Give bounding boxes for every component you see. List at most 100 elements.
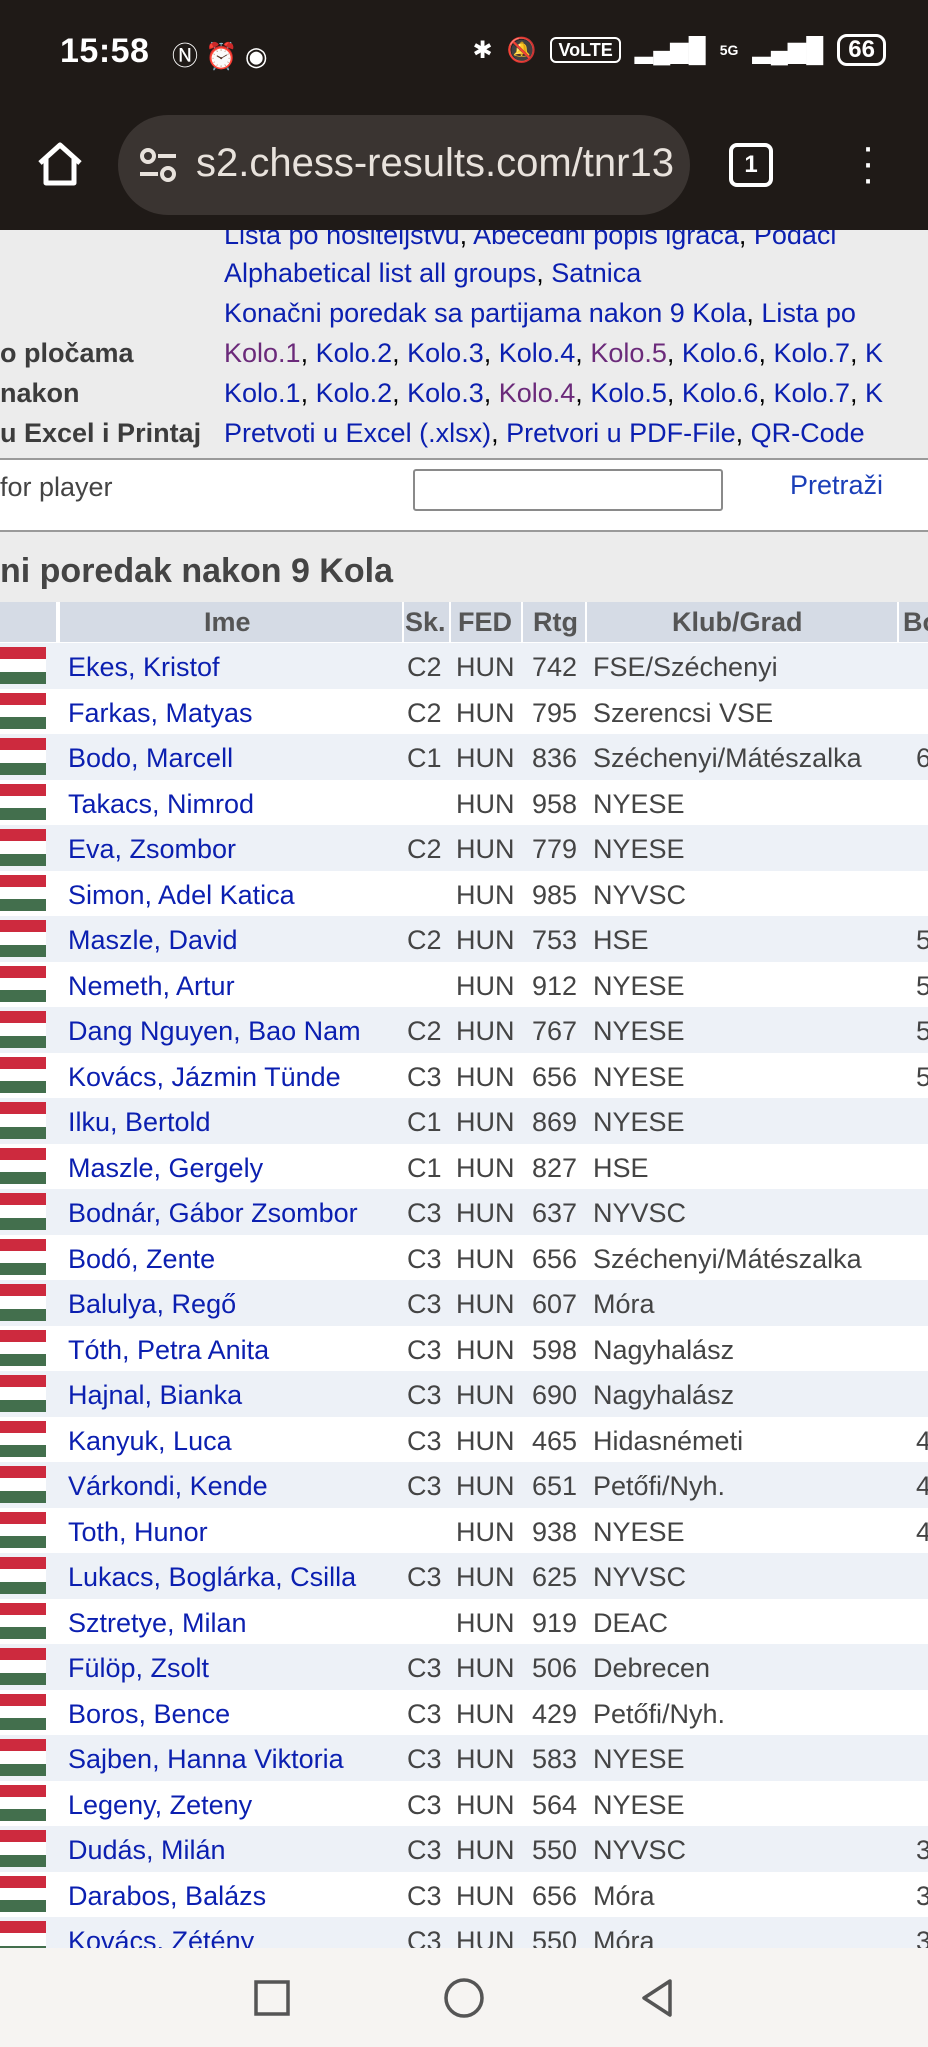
- home-nav-icon[interactable]: [442, 1976, 486, 2020]
- player-federation: HUN: [456, 1425, 515, 1456]
- player-name-link[interactable]: Hajnal, Bianka: [68, 1380, 242, 1411]
- player-name-link[interactable]: Dudás, Milán: [68, 1835, 226, 1866]
- player-rating: 637: [532, 1198, 578, 1228]
- home-icon[interactable]: [32, 135, 88, 191]
- player-name-link[interactable]: Eva, Zsombor: [68, 834, 236, 865]
- col-header-sk[interactable]: Sk.: [405, 607, 446, 638]
- player-name-link[interactable]: Maszle, Gergely: [68, 1153, 263, 1184]
- player-name-link[interactable]: Lukacs, Boglárka, Csilla: [68, 1562, 356, 1593]
- player-name-link[interactable]: Dang Nguyen, Bao Nam: [68, 1016, 361, 1047]
- volte-badge: VoLTE: [550, 37, 621, 63]
- search-button[interactable]: Pretraži: [790, 470, 883, 501]
- link-standings-round-8[interactable]: K: [865, 378, 883, 408]
- link-standings-round-1[interactable]: Kolo.1: [224, 378, 301, 408]
- link-pairing-round-8[interactable]: K: [865, 338, 883, 368]
- player-name-link[interactable]: Fülöp, Zsolt: [68, 1653, 209, 1684]
- battery-indicator: 66: [837, 34, 886, 66]
- link-export-excel[interactable]: Pretvoti u Excel (.xlsx): [224, 418, 491, 448]
- col-header-extra[interactable]: Bo: [903, 607, 928, 638]
- nav-links-2: Alphabetical list all groups, Satnica: [224, 258, 642, 288]
- link-standings-round-5[interactable]: Kolo.5: [590, 378, 667, 408]
- player-name-link[interactable]: Ekes, Kristof: [68, 652, 220, 683]
- link-standings-round-6[interactable]: Kolo.6: [682, 378, 759, 408]
- player-name-link[interactable]: Legeny, Zeteny: [68, 1790, 252, 1821]
- address-bar[interactable]: s2.chess-results.com/tnr13: [118, 115, 690, 215]
- link-pairing-round-5[interactable]: Kolo.5: [590, 338, 667, 368]
- hungary-flag-icon: [0, 1466, 46, 1503]
- android-nav-bar: [0, 1948, 928, 2047]
- player-rating: 767: [532, 1016, 578, 1046]
- link-standings-round-4[interactable]: Kolo.4: [499, 378, 576, 408]
- player-extra: 3: [916, 1880, 928, 1911]
- player-extra: 5: [916, 925, 928, 955]
- signal-icon-2: ▂▄▆█: [752, 36, 824, 64]
- player-name-link[interactable]: Nemeth, Artur: [68, 971, 235, 1002]
- player-name-link[interactable]: Maszle, David: [68, 925, 238, 956]
- player-category: C3: [407, 1789, 442, 1820]
- link-standings-round-2[interactable]: Kolo.2: [316, 378, 393, 408]
- player-category: C3: [407, 1243, 442, 1274]
- player-name-link[interactable]: Farkas, Matyas: [68, 698, 253, 729]
- hungary-flag-icon: [0, 1511, 46, 1549]
- player-name-link[interactable]: Darabos, Balázs: [68, 1881, 266, 1912]
- player-name-link[interactable]: Várkondi, Kende: [68, 1471, 268, 1502]
- player-club: NYVSC: [593, 879, 687, 910]
- hungary-flag-icon: [0, 1420, 46, 1458]
- player-name-link[interactable]: Kovács, Jázmin Tünde: [68, 1062, 341, 1093]
- link-pairing-round-2[interactable]: Kolo.2: [316, 338, 393, 368]
- url-text[interactable]: s2.chess-results.com/tnr13: [196, 141, 674, 186]
- player-name-link[interactable]: Sajben, Hanna Viktoria: [68, 1744, 344, 1775]
- player-name-link[interactable]: Ilku, Bertold: [68, 1107, 211, 1138]
- player-club: HSE: [593, 925, 649, 955]
- table-row: Nemeth, Artur HUN 912 NYESE 5: [0, 961, 928, 1007]
- link-qr-code[interactable]: QR-Code: [751, 418, 865, 448]
- player-name-link[interactable]: Kanyuk, Luca: [68, 1426, 232, 1457]
- col-header-club[interactable]: Klub/Grad: [672, 607, 803, 638]
- player-name-link[interactable]: Takacs, Nimrod: [68, 789, 254, 820]
- col-header-rtg[interactable]: Rtg: [533, 607, 578, 638]
- hungary-flag-icon: [0, 1147, 46, 1185]
- site-settings-icon[interactable]: [136, 143, 180, 187]
- link-pairing-round-1[interactable]: Kolo.1: [224, 338, 301, 368]
- hungary-flag-icon: [0, 1830, 46, 1867]
- col-header-fed[interactable]: FED: [458, 607, 512, 638]
- link-pairing-round-7[interactable]: Kolo.7: [773, 338, 850, 368]
- link-pairing-round-4[interactable]: Kolo.4: [499, 338, 576, 368]
- player-rating: 958: [532, 788, 578, 819]
- link-data[interactable]: Podaci: [754, 230, 837, 250]
- player-name-link[interactable]: Toth, Hunor: [68, 1517, 208, 1548]
- player-name-link[interactable]: Bodnár, Gábor Zsombor: [68, 1198, 358, 1229]
- link-alphabetical-list[interactable]: Abecedni popis igrača: [473, 230, 739, 250]
- player-name-link[interactable]: Tóth, Petra Anita: [68, 1335, 269, 1366]
- recents-icon[interactable]: [250, 1976, 294, 2020]
- col-header-name[interactable]: Ime: [204, 607, 251, 638]
- player-name-link[interactable]: Kovács, Zétény: [68, 1926, 254, 1948]
- link-pairing-round-6[interactable]: Kolo.6: [682, 338, 759, 368]
- link-final-ranking-crosstable[interactable]: Konačni poredak sa partijama nakon 9 Kol…: [224, 298, 746, 328]
- link-pairing-round-3[interactable]: Kolo.3: [407, 338, 484, 368]
- more-menu-icon[interactable]: · · ·: [856, 127, 880, 199]
- tabs-icon[interactable]: 1: [729, 143, 773, 187]
- player-federation: HUN: [456, 743, 515, 773]
- standings-label: nakon: [0, 378, 80, 408]
- hungary-flag-icon: [0, 783, 46, 821]
- link-standings-round-7[interactable]: Kolo.7: [773, 378, 850, 408]
- player-name-link[interactable]: Boros, Bence: [68, 1699, 230, 1730]
- link-schedule[interactable]: Satnica: [551, 258, 641, 288]
- player-federation: HUN: [456, 1334, 515, 1365]
- hungary-flag-icon: [0, 965, 46, 1003]
- player-name-link[interactable]: Bodó, Zente: [68, 1244, 215, 1275]
- nav-row-3: Konačni poredak sa partijama nakon 9 Kol…: [0, 298, 928, 338]
- player-name-link[interactable]: Simon, Adel Katica: [68, 880, 295, 911]
- hungary-flag-icon: [0, 1921, 46, 1948]
- player-name-link[interactable]: Sztretye, Milan: [68, 1608, 247, 1639]
- link-standings-round-3[interactable]: Kolo.3: [407, 378, 484, 408]
- link-list-by[interactable]: Lista po: [761, 298, 856, 328]
- player-name-link[interactable]: Bodo, Marcell: [68, 743, 233, 774]
- back-icon[interactable]: [636, 1976, 680, 2020]
- player-name-link[interactable]: Balulya, Regő: [68, 1289, 236, 1320]
- link-alphabetical-all-groups[interactable]: Alphabetical list all groups: [224, 258, 536, 288]
- link-starting-rank[interactable]: Lista po nositeljstvu: [224, 230, 460, 250]
- link-export-pdf[interactable]: Pretvori u PDF-File: [506, 418, 736, 448]
- player-search-input[interactable]: [413, 469, 723, 511]
